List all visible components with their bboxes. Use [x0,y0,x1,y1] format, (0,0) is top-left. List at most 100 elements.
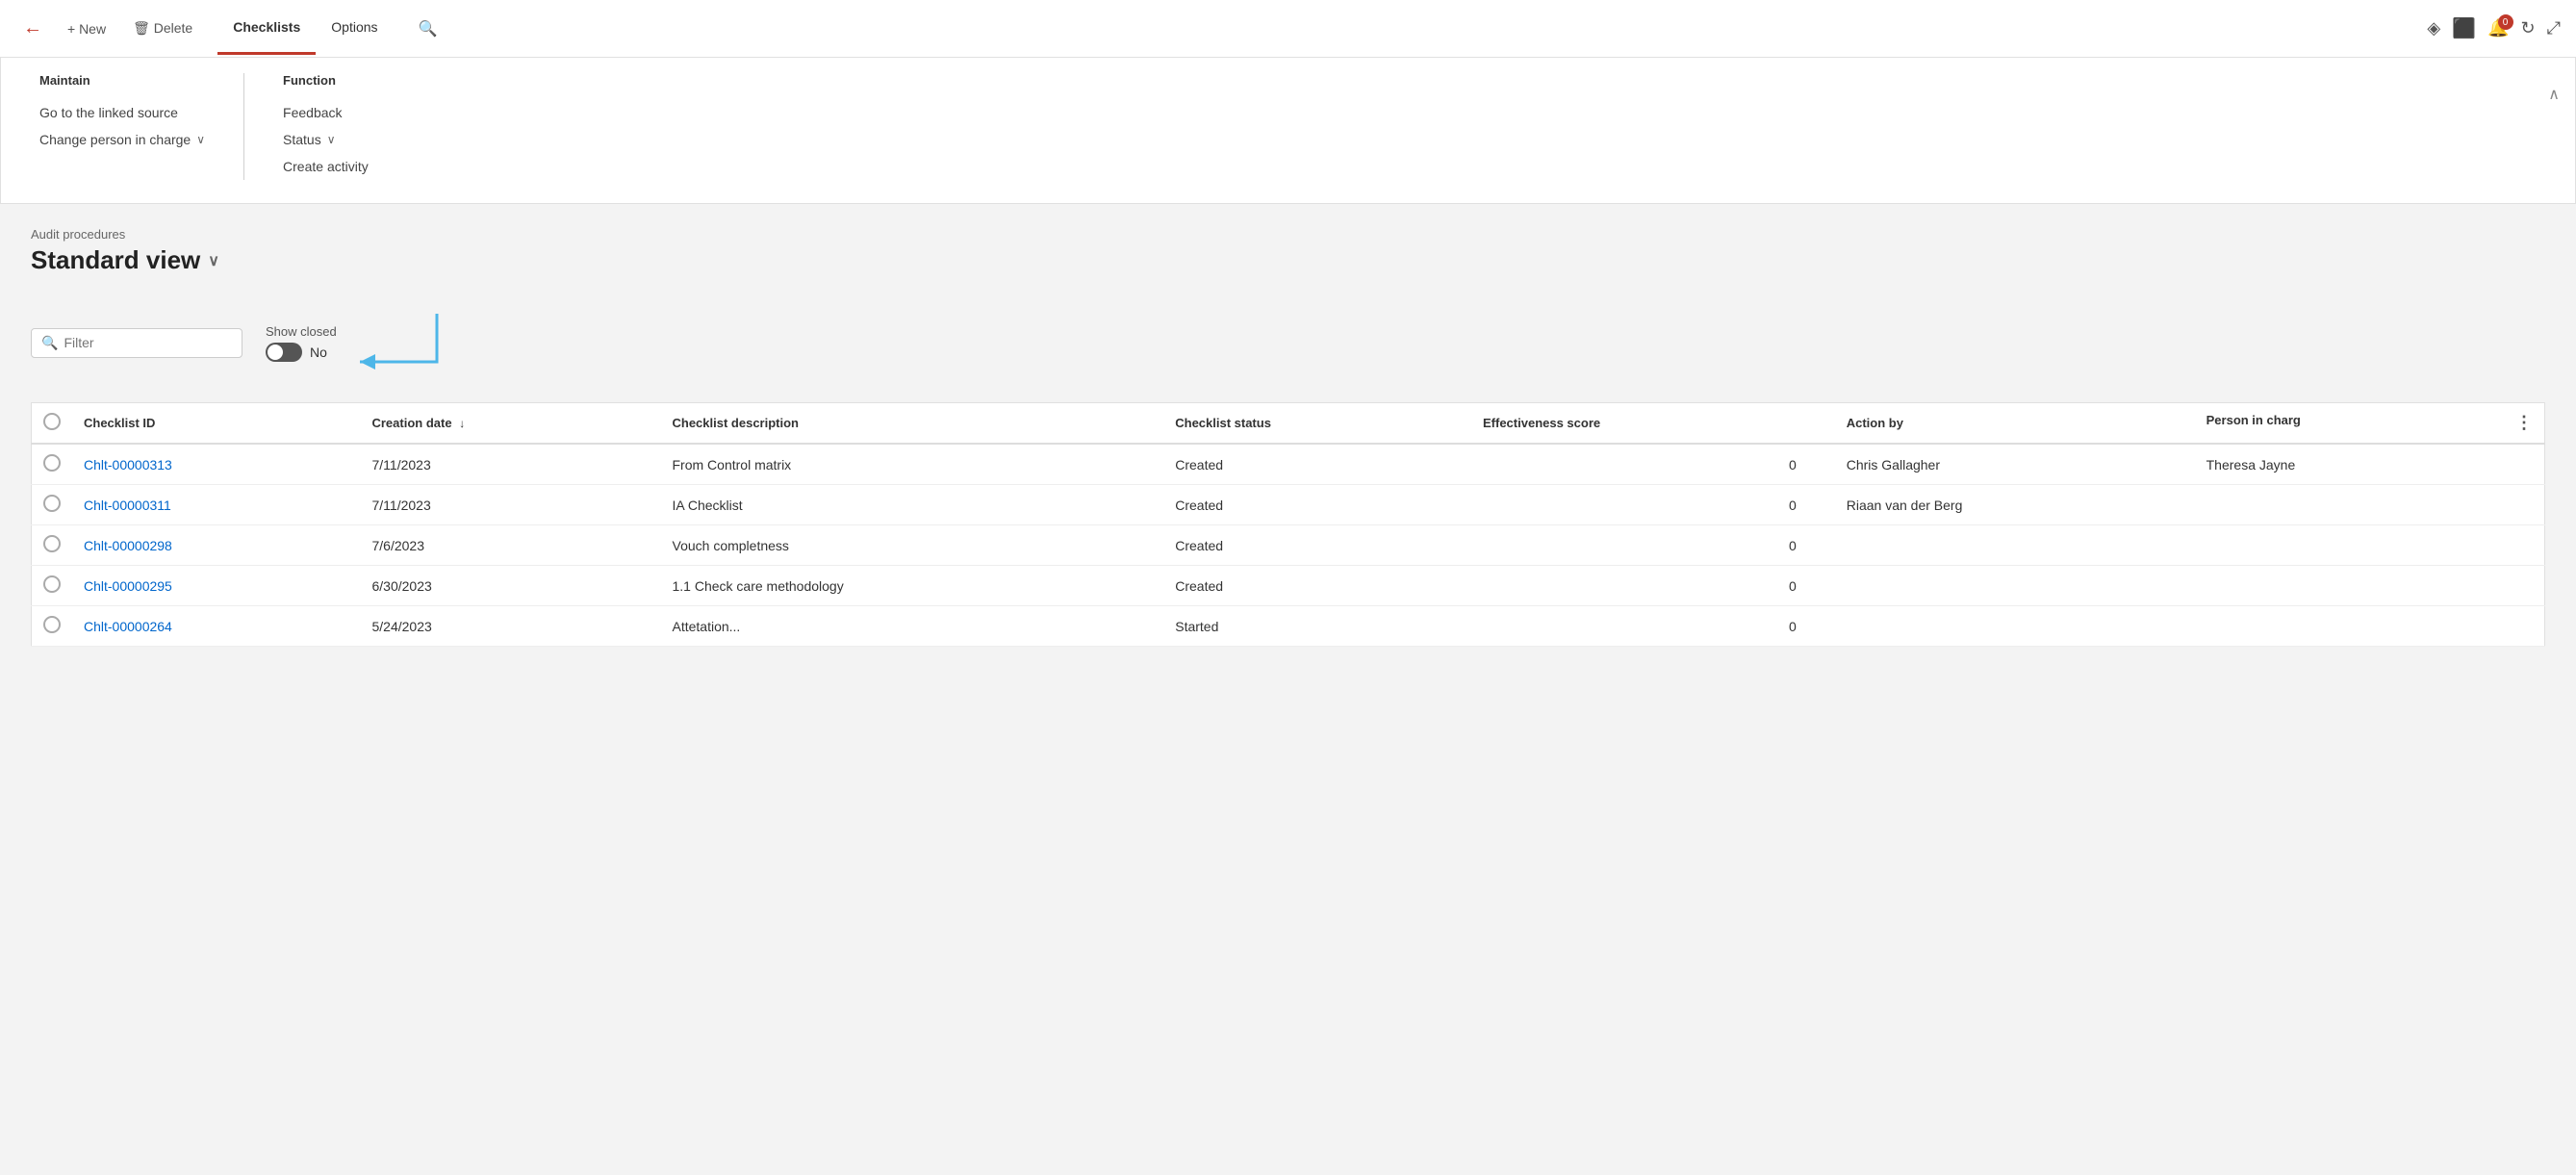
diamond-icon: ◈ [2427,18,2440,38]
refresh-button[interactable]: ↻ [2521,18,2536,38]
create-activity-item[interactable]: Create activity [283,153,436,180]
row-checkbox[interactable] [43,454,61,472]
toggle-knob [268,345,283,360]
toggle-value: No [310,345,327,360]
maintain-section: Maintain Go to the linked source Change … [1,73,243,180]
cell-select[interactable] [32,566,73,606]
create-activity-label: Create activity [283,159,369,174]
nav-tabs: Checklists Options [217,2,393,55]
checklist-id-link[interactable]: Chlt-00000298 [84,538,172,553]
cell-checklist-status: Created [1163,566,1471,606]
show-closed-label: Show closed [266,324,337,339]
feedback-label: Feedback [283,105,342,120]
expand-button[interactable]: ⤢ [2547,18,2561,38]
th-action-by: Action by [1835,403,2195,445]
goto-linked-source-item[interactable]: Go to the linked source [39,99,205,126]
cell-select[interactable] [32,606,73,647]
th-select [32,403,73,445]
row-checkbox[interactable] [43,535,61,552]
cell-action-by [1835,566,2195,606]
cell-checklist-status: Created [1163,525,1471,566]
new-button[interactable]: + New [58,15,115,42]
cell-checklist-id[interactable]: Chlt-00000295 [72,566,360,606]
row-checkbox[interactable] [43,616,61,633]
top-bar-left: ← + New 🗑 Delete Checklists Options 🔍 [15,2,446,55]
cell-action-by: Riaan van der Berg [1835,485,2195,525]
table-row: Chlt-00000311 7/11/2023 IA Checklist Cre… [32,485,2545,525]
cell-checklist-description: Vouch completness [661,525,1164,566]
row-checkbox[interactable] [43,575,61,593]
page-title: Standard view [31,245,200,275]
cell-person-in-charge [2195,606,2545,647]
th-checklist-description: Checklist description [661,403,1164,445]
search-icon: 🔍 [419,21,438,38]
show-closed-group: Show closed No [266,324,337,362]
cell-person-in-charge [2195,525,2545,566]
cell-effectiveness-score: 0 [1471,444,1835,485]
new-label: + New [67,21,106,37]
cell-select[interactable] [32,485,73,525]
more-options-icon[interactable]: ⋮ [2515,413,2533,433]
cell-checklist-id[interactable]: Chlt-00000298 [72,525,360,566]
checklists-table: Checklist ID Creation date ↓ Checklist d… [31,402,2545,647]
diamond-icon-button[interactable]: ◈ [2427,18,2440,38]
arrow-annotation [341,304,495,391]
cell-creation-date: 5/24/2023 [360,606,660,647]
top-bar: ← + New 🗑 Delete Checklists Options 🔍 ◈ … [0,0,2576,58]
table-header-row: Checklist ID Creation date ↓ Checklist d… [32,403,2545,445]
cell-checklist-status: Created [1163,444,1471,485]
cell-checklist-id[interactable]: Chlt-00000313 [72,444,360,485]
notifications-button[interactable]: 🔔 0 [2487,18,2509,38]
cell-action-by: Chris Gallagher [1835,444,2195,485]
th-checklist-status: Checklist status [1163,403,1471,445]
table-row: Chlt-00000298 7/6/2023 Vouch completness… [32,525,2545,566]
view-selector-chevron[interactable]: ∨ [208,251,219,270]
function-section: Function Feedback Status ∨ Create activi… [243,73,474,180]
cell-creation-date: 7/11/2023 [360,485,660,525]
expand-icon: ⤢ [2547,18,2561,38]
checklist-id-link[interactable]: Chlt-00000313 [84,457,172,473]
panel-close-button[interactable]: ∧ [2544,81,2563,108]
cell-person-in-charge: Theresa Jayne [2195,444,2545,485]
select-all-checkbox[interactable] [43,413,61,430]
cell-select[interactable] [32,444,73,485]
refresh-icon: ↻ [2521,18,2536,38]
dropdown-panel: Maintain Go to the linked source Change … [0,58,2576,204]
status-chevron: ∨ [327,133,336,146]
checklist-id-link[interactable]: Chlt-00000311 [84,498,171,513]
filter-input[interactable] [64,335,232,350]
main-content: Audit procedures Standard view ∨ 🔍 Show … [0,204,2576,670]
cell-creation-date: 7/11/2023 [360,444,660,485]
cell-checklist-id[interactable]: Chlt-00000264 [72,606,360,647]
cell-checklist-status: Started [1163,606,1471,647]
feedback-item[interactable]: Feedback [283,99,436,126]
checklist-id-link[interactable]: Chlt-00000264 [84,619,172,634]
cell-checklist-id[interactable]: Chlt-00000311 [72,485,360,525]
cell-checklist-description: Attetation... [661,606,1164,647]
change-person-in-charge-item[interactable]: Change person in charge ∨ [39,126,205,153]
row-checkbox[interactable] [43,495,61,512]
cell-select[interactable] [32,525,73,566]
table-wrapper: Checklist ID Creation date ↓ Checklist d… [31,402,2545,647]
tab-checklists[interactable]: Checklists [217,2,316,55]
table-row: Chlt-00000313 7/11/2023 From Control mat… [32,444,2545,485]
delete-button[interactable]: 🗑 Delete [123,14,202,42]
office-icon: ⬛ [2452,18,2476,39]
toggle-row: No [266,343,327,362]
cell-checklist-description: IA Checklist [661,485,1164,525]
status-item[interactable]: Status ∨ [283,126,436,153]
page-title-row: Standard view ∨ [31,245,2545,275]
function-title: Function [283,73,436,88]
cell-effectiveness-score: 0 [1471,525,1835,566]
filter-input-wrapper[interactable]: 🔍 [31,328,242,358]
th-creation-date[interactable]: Creation date ↓ [360,403,660,445]
table-row: Chlt-00000264 5/24/2023 Attetation... St… [32,606,2545,647]
tab-options[interactable]: Options [316,2,393,55]
office-icon-button[interactable]: ⬛ [2452,16,2476,40]
change-person-chevron: ∨ [196,133,205,146]
show-closed-toggle[interactable] [266,343,302,362]
checklist-id-link[interactable]: Chlt-00000295 [84,578,172,594]
cell-creation-date: 7/6/2023 [360,525,660,566]
back-button[interactable]: ← [15,13,50,43]
search-button[interactable]: 🔍 [409,13,447,44]
